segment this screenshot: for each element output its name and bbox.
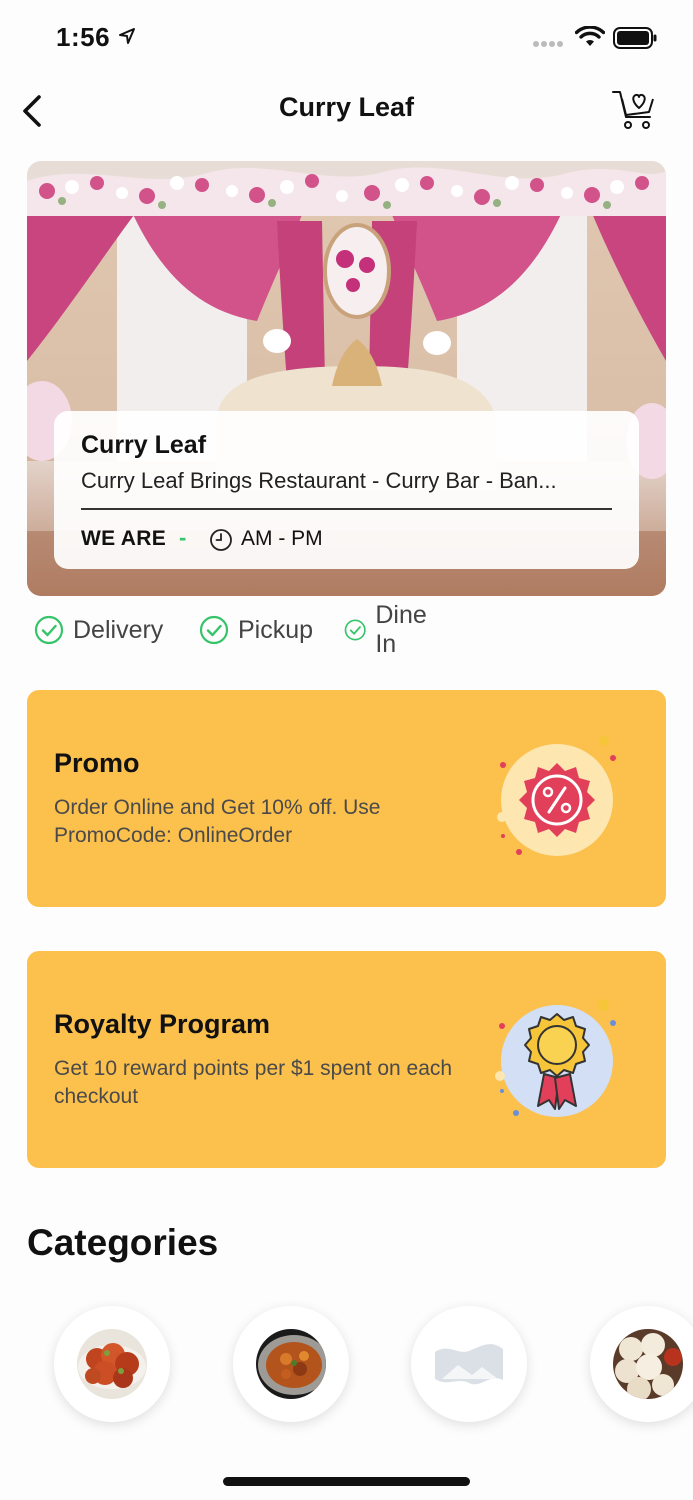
- status-time: 1:56: [56, 22, 111, 52]
- chicken-dish-image: [77, 1329, 147, 1399]
- service-label: Delivery: [73, 615, 164, 644]
- royalty-title: Royalty Program: [54, 1009, 271, 1039]
- service-pickup: Pickup: [199, 612, 313, 648]
- curry-bowl-image: [256, 1329, 326, 1399]
- service-dine-in: Dine In: [344, 601, 434, 658]
- opening-hours: AM - PM: [241, 527, 323, 550]
- restaurant-hero: Curry Leaf Curry Leaf Brings Restaurant …: [27, 161, 666, 596]
- restaurant-info-card: Curry Leaf Curry Leaf Brings Restaurant …: [54, 411, 639, 569]
- category-item[interactable]: [590, 1306, 693, 1422]
- royalty-program-card[interactable]: Royalty Program Get 10 reward points per…: [27, 951, 666, 1168]
- divider: [81, 508, 612, 510]
- promo-card[interactable]: Promo Order Online and Get 10% off. Use …: [27, 690, 666, 907]
- royalty-text: Get 10 reward points per $1 spent on eac…: [54, 1057, 453, 1108]
- cart-heart-icon: [612, 91, 654, 129]
- promo-text: Order Online and Get 10% off. Use PromoC…: [54, 796, 381, 847]
- restaurant-description: Curry Leaf Brings Restaurant - Curry Bar…: [81, 468, 557, 493]
- category-item[interactable]: [54, 1306, 170, 1422]
- wifi-icon: [575, 26, 605, 46]
- clock-icon: [210, 529, 232, 551]
- award-medal-icon: [495, 999, 616, 1117]
- service-delivery: Delivery: [34, 612, 163, 648]
- check-circle-icon: [34, 615, 64, 645]
- battery-icon: [613, 27, 657, 49]
- category-item[interactable]: [233, 1306, 349, 1422]
- open-status-label: WE ARE: [81, 527, 167, 550]
- cellular-signal-icon: [533, 41, 563, 47]
- service-label: Pickup: [238, 615, 314, 644]
- promo-title: Promo: [54, 748, 140, 778]
- check-circle-icon: [199, 615, 229, 645]
- placeholder-image-icon: [435, 1344, 503, 1385]
- discount-badge-icon: [497, 736, 616, 856]
- open-status-value: -: [179, 525, 187, 550]
- cart-button[interactable]: [610, 86, 658, 134]
- categories-title: Categories: [27, 1222, 219, 1263]
- restaurant-name: Curry Leaf: [81, 431, 207, 459]
- status-bar: 1:56: [0, 0, 693, 80]
- location-arrow-icon: [119, 28, 135, 44]
- check-circle-icon: [344, 619, 366, 641]
- home-indicator[interactable]: [223, 1477, 470, 1486]
- service-label: Dine In: [375, 601, 427, 658]
- category-item[interactable]: [411, 1306, 527, 1422]
- dumplings-image: [613, 1329, 683, 1399]
- page-title: Curry Leaf: [278, 92, 415, 122]
